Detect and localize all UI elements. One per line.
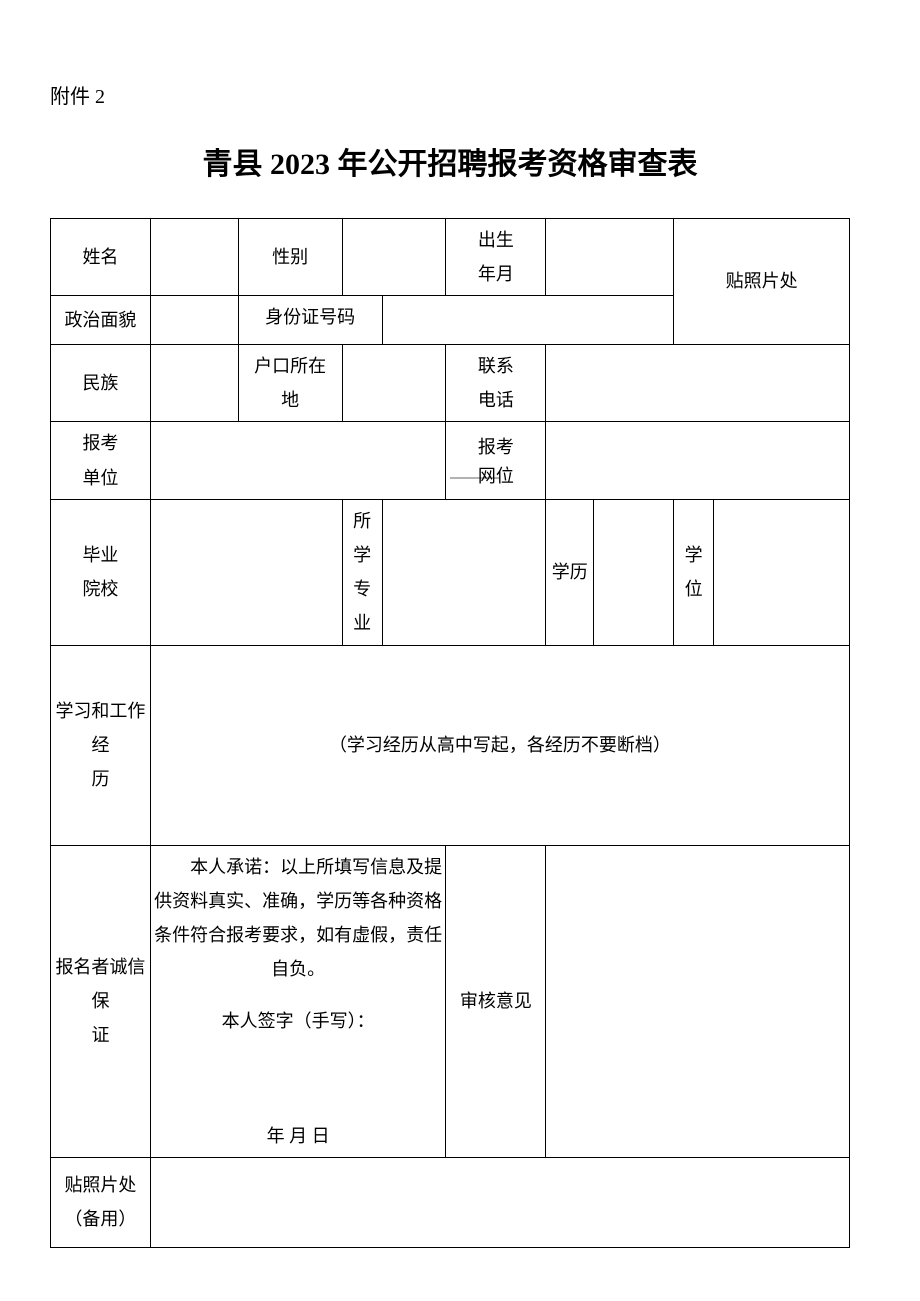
field-name[interactable]: [150, 219, 238, 296]
field-major[interactable]: [382, 499, 546, 645]
label-apply-unit: 报考单位: [51, 422, 151, 499]
label-degree: 学位: [674, 499, 714, 645]
signature-label: 本人签字（手写）：: [153, 1004, 444, 1038]
declaration-text: 本人承诺：以上所填写信息及提供资料真实、准确，学历等各种资格条件符合报考要求，如…: [150, 845, 446, 1157]
date-line: 年 月 日: [153, 1119, 444, 1153]
photo-area: 贴照片处: [674, 219, 850, 345]
declaration-body: 本人承诺：以上所填写信息及提供资料真实、准确，学历等各种资格条件符合报考要求，如…: [153, 850, 444, 987]
field-ethnic[interactable]: [150, 345, 238, 422]
label-household: 户口所在地: [238, 345, 342, 422]
label-major: 所学专业: [342, 499, 382, 645]
label-school: 毕业院校: [51, 499, 151, 645]
label-political: 政治面貌: [51, 296, 151, 345]
field-apply-position[interactable]: [546, 422, 850, 499]
label-integrity: 报名者诚信保证: [51, 845, 151, 1157]
history-hint: （学习经历从高中写起，各经历不要断档）: [150, 645, 849, 845]
label-ethnic: 民族: [51, 345, 151, 422]
field-school[interactable]: [150, 499, 342, 645]
label-apply-position-suffix: 网位: [478, 462, 514, 491]
field-political[interactable]: [150, 296, 238, 345]
label-phone: 联系电话: [446, 345, 546, 422]
application-form-table: 姓名 性别 出生年月 贴照片处 政治面貌 身份证号码 民族 户口所在地 联系电话…: [50, 218, 850, 1248]
label-review: 审核意见: [446, 845, 546, 1157]
field-birth[interactable]: [546, 219, 674, 296]
field-id-number[interactable]: [382, 296, 674, 339]
field-review[interactable]: [546, 845, 850, 1157]
label-gender: 性别: [238, 219, 342, 296]
field-degree[interactable]: [714, 499, 850, 645]
field-apply-unit[interactable]: [150, 422, 446, 499]
field-phone[interactable]: [546, 345, 850, 422]
label-education: 学历: [546, 499, 594, 645]
label-apply-position: 报考 网位: [446, 422, 546, 499]
label-name: 姓名: [51, 219, 151, 296]
label-apply-position-prefix: 报考: [478, 437, 514, 457]
field-photo-spare[interactable]: [150, 1157, 849, 1247]
field-household[interactable]: [342, 345, 446, 422]
label-photo-spare: 贴照片处（备用）: [51, 1157, 151, 1247]
label-birth: 出生年月: [446, 219, 546, 296]
field-education[interactable]: [594, 499, 674, 645]
field-gender[interactable]: [342, 219, 446, 296]
label-id-number: 身份证号码: [238, 296, 382, 339]
document-title: 青县 2023 年公开招聘报考资格审查表: [50, 139, 850, 183]
label-history: 学习和工作经历: [51, 645, 151, 845]
attachment-label: 附件 2: [50, 80, 850, 109]
